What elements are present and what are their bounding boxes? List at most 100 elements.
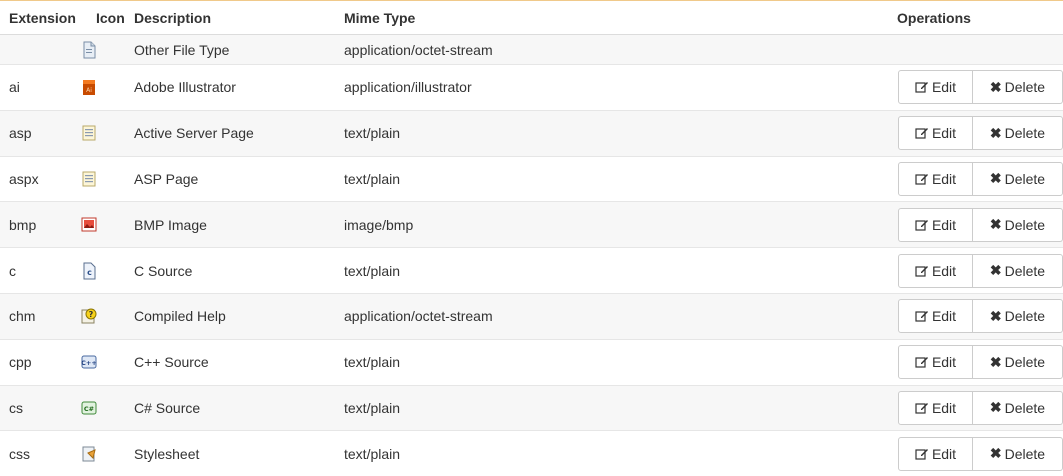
edit-button[interactable]: Edit: [898, 253, 973, 288]
row-extension: ai: [9, 79, 20, 96]
close-icon: ✖: [989, 124, 1002, 141]
row-mime-type: application/octet-stream: [344, 41, 493, 58]
c-source-icon: c: [80, 262, 98, 280]
table-row: aspx ASP Page text/plain Edit ✖ Delete: [0, 155, 1063, 202]
row-operations: Edit ✖ Delete: [898, 390, 1063, 425]
table-header: Extension Icon Description Mime Type Ope…: [0, 1, 1063, 35]
illustrator-file-icon: Ai: [80, 78, 98, 96]
edit-icon: [915, 264, 929, 278]
edit-button-label: Edit: [931, 399, 957, 416]
header-extension: Extension: [9, 10, 76, 26]
header-description: Description: [134, 10, 212, 26]
row-description: ASP Page: [134, 170, 199, 187]
delete-button[interactable]: ✖ Delete: [973, 253, 1063, 288]
delete-button[interactable]: ✖ Delete: [973, 299, 1063, 334]
delete-button-label: Delete: [1004, 354, 1046, 371]
edit-icon: [915, 218, 929, 232]
close-icon: ✖: [989, 399, 1002, 416]
delete-button-label: Delete: [1004, 445, 1046, 462]
table-row: ai Ai Adobe Illustrator application/illu…: [0, 64, 1063, 110]
close-icon: ✖: [989, 445, 1002, 462]
edit-button[interactable]: Edit: [898, 70, 973, 105]
row-mime-type: application/octet-stream: [344, 308, 493, 325]
delete-button[interactable]: ✖ Delete: [973, 70, 1063, 105]
row-operations: Edit ✖ Delete: [898, 253, 1063, 288]
edit-button-label: Edit: [931, 445, 957, 462]
table-row: bmp BMP Image image/bmp Edit ✖ Delete: [0, 201, 1063, 248]
row-operations: Edit ✖ Delete: [898, 436, 1063, 471]
edit-button[interactable]: Edit: [898, 161, 973, 196]
delete-button[interactable]: ✖ Delete: [973, 207, 1063, 242]
header-operations: Operations: [897, 10, 971, 26]
header-mime-type: Mime Type: [344, 10, 416, 26]
edit-button-label: Edit: [931, 308, 957, 325]
close-icon: ✖: [989, 262, 1002, 279]
delete-button-label: Delete: [1004, 170, 1046, 187]
row-extension: css: [9, 445, 30, 462]
row-mime-type: text/plain: [344, 399, 401, 416]
close-icon: ✖: [989, 307, 1002, 324]
edit-icon: [915, 80, 929, 94]
bmp-image-icon: [80, 216, 98, 234]
row-extension: cpp: [9, 354, 32, 371]
row-description: C# Source: [134, 399, 201, 416]
row-description: Compiled Help: [134, 308, 226, 325]
close-icon: ✖: [989, 216, 1002, 233]
edit-button-label: Edit: [931, 79, 957, 96]
asp-file-icon: [80, 124, 98, 142]
edit-button-label: Edit: [931, 125, 957, 142]
table-row: chm ? Compiled Help application/octet-st…: [0, 292, 1063, 339]
row-operations: Edit ✖ Delete: [898, 207, 1063, 242]
close-icon: ✖: [989, 353, 1002, 370]
delete-button[interactable]: ✖ Delete: [973, 436, 1063, 471]
row-mime-type: text/plain: [344, 445, 401, 462]
aspx-file-icon: [80, 170, 98, 188]
row-description: Adobe Illustrator: [134, 79, 236, 96]
row-mime-type: text/plain: [344, 170, 401, 187]
row-extension: aspx: [9, 170, 39, 187]
row-mime-type: image/bmp: [344, 216, 414, 233]
edit-button[interactable]: Edit: [898, 390, 973, 425]
row-mime-type: text/plain: [344, 125, 401, 142]
mime-types-table: Extension Icon Description Mime Type Ope…: [0, 0, 1063, 476]
delete-button[interactable]: ✖ Delete: [973, 116, 1063, 151]
row-extension: cs: [9, 399, 23, 416]
edit-icon: [915, 126, 929, 140]
edit-button[interactable]: Edit: [898, 436, 973, 471]
edit-button[interactable]: Edit: [898, 207, 973, 242]
delete-button-label: Delete: [1004, 79, 1046, 96]
row-extension: asp: [9, 125, 32, 142]
edit-button-label: Edit: [931, 354, 957, 371]
row-operations: Edit ✖ Delete: [898, 299, 1063, 334]
edit-icon: [915, 309, 929, 323]
edit-icon: [915, 172, 929, 186]
row-extension: bmp: [9, 216, 37, 233]
table-row: cpp C++ C++ Source text/plain Edit ✖ Del…: [0, 338, 1063, 385]
edit-icon: [915, 355, 929, 369]
table-row: cs C# C# Source text/plain Edit ✖ Delete: [0, 384, 1063, 431]
csharp-source-icon: C#: [80, 399, 98, 417]
edit-button[interactable]: Edit: [898, 299, 973, 334]
svg-text:C++: C++: [81, 359, 97, 367]
delete-button-label: Delete: [1004, 216, 1046, 233]
svg-text:C#: C#: [84, 405, 94, 413]
delete-button[interactable]: ✖ Delete: [973, 390, 1063, 425]
delete-button[interactable]: ✖ Delete: [973, 161, 1063, 196]
close-icon: ✖: [989, 170, 1002, 187]
table-row: asp Active Server Page text/plain Edit ✖…: [0, 109, 1063, 156]
delete-button[interactable]: ✖ Delete: [973, 345, 1063, 380]
edit-button[interactable]: Edit: [898, 345, 973, 380]
row-mime-type: application/illustrator: [344, 79, 472, 96]
edit-button[interactable]: Edit: [898, 116, 973, 151]
close-icon: ✖: [989, 78, 1002, 95]
row-description: BMP Image: [134, 216, 207, 233]
edit-button-label: Edit: [931, 262, 957, 279]
compiled-help-icon: ?: [80, 307, 98, 325]
row-operations: Edit ✖ Delete: [898, 70, 1063, 105]
delete-button-label: Delete: [1004, 308, 1046, 325]
row-description: Other File Type: [134, 41, 230, 58]
row-mime-type: text/plain: [344, 262, 401, 279]
row-extension: chm: [9, 308, 36, 325]
header-icon: Icon: [96, 10, 125, 26]
svg-text:?: ?: [89, 310, 94, 319]
